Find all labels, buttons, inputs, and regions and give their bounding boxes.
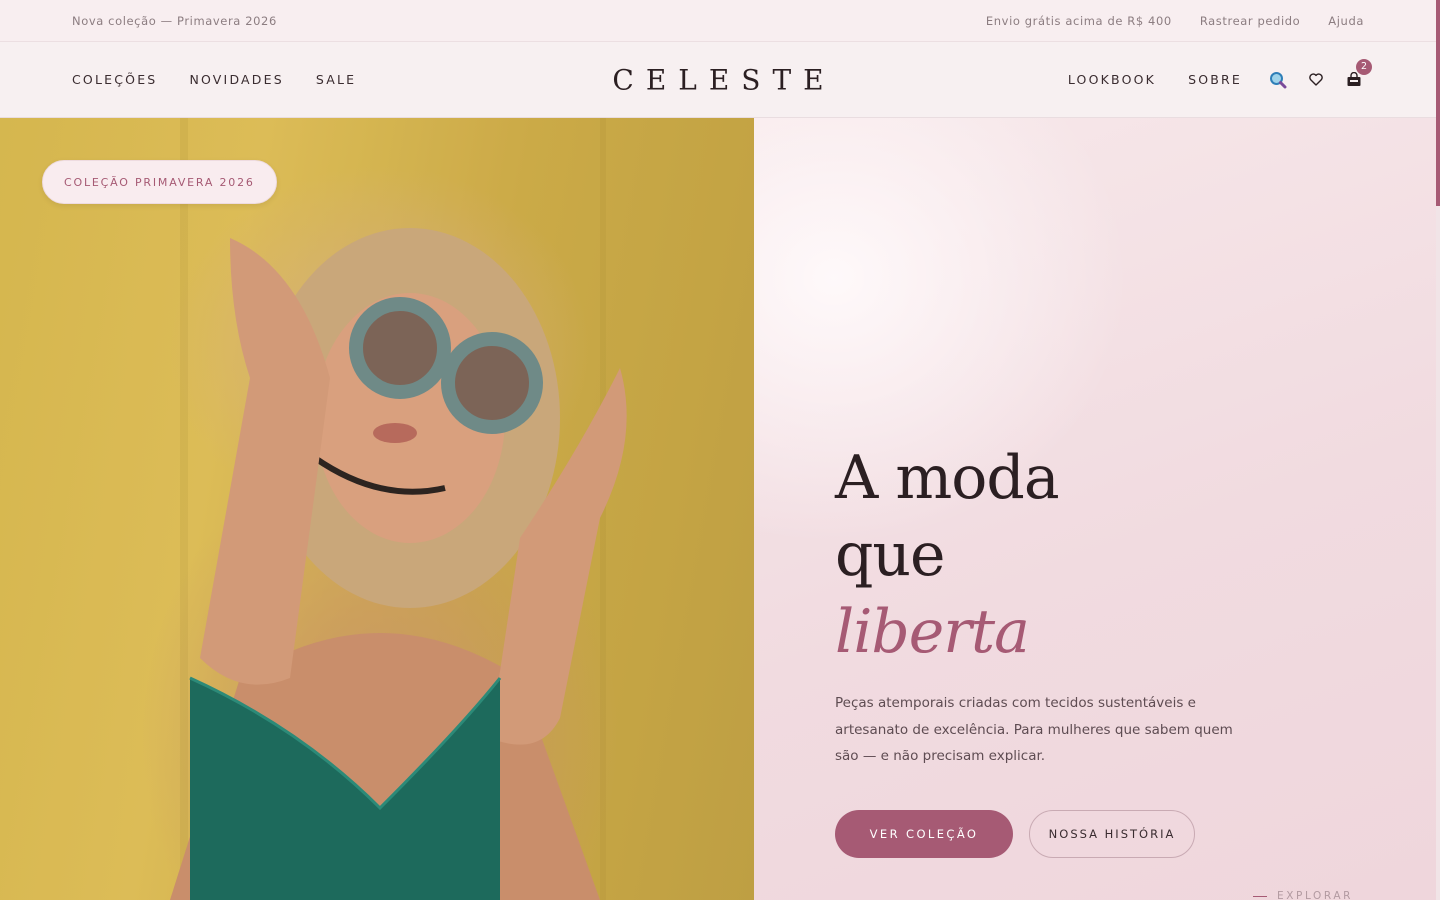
nav-item-new[interactable]: NOVIDADES [189,72,283,87]
headline-line-1: A moda [835,443,1060,513]
hero-photo-illustration [0,118,754,900]
cart-count-badge: 2 [1356,58,1372,75]
announcement-text: Nova coleção — Primavera 2026 [72,13,277,28]
explore-label: EXPLORAR [1277,890,1354,900]
search-icon[interactable] [1268,70,1288,90]
view-collection-button[interactable]: VER COLEÇÃO [835,810,1013,858]
hero-headline: A moda que liberta [835,440,1060,671]
hero-image [0,118,754,900]
bag-icon[interactable]: 2 [1344,58,1372,90]
hero-content: A moda que liberta Peças atemporais cria… [754,118,1436,900]
nav-item-sale[interactable]: SALE [316,72,356,87]
shipping-link[interactable]: Envio grátis acima de R$ 400 [986,14,1172,28]
scrollbar-thumb[interactable] [1436,0,1440,206]
announcement-bar: Nova coleção — Primavera 2026 Envio grát… [0,0,1436,42]
nav-item-lookbook[interactable]: LOOKBOOK [1068,72,1156,87]
explore-indicator[interactable]: EXPLORAR [1253,890,1353,900]
help-link[interactable]: Ajuda [1328,14,1364,28]
page-scrollbar[interactable] [1436,0,1440,900]
headline-line-2: que [835,520,946,590]
hero-description: Peças atemporais criadas com tecidos sus… [835,695,1233,764]
nav-item-about[interactable]: SOBRE [1188,72,1242,87]
heart-icon[interactable] [1306,70,1326,90]
topbar-links: Envio grátis acima de R$ 400 Rastrear pe… [986,14,1364,28]
main-nav-right: LOOKBOOK SOBRE 2 [1068,58,1372,90]
header-icons: 2 [1268,58,1372,90]
nav-item-collections[interactable]: COLEÇÕES [72,72,157,87]
main-nav-left: COLEÇÕES NOVIDADES SALE [72,72,356,87]
headline-accent: liberta [835,597,1030,667]
explore-line [1253,895,1267,897]
logo[interactable]: CELESTE [600,63,835,96]
our-story-button[interactable]: NOSSA HISTÓRIA [1029,810,1195,858]
site-header: COLEÇÕES NOVIDADES SALE CELESTE LOOKBOOK… [0,42,1436,118]
track-order-link[interactable]: Rastrear pedido [1200,14,1300,28]
collection-pill[interactable]: COLEÇÃO PRIMAVERA 2026 [42,160,277,204]
